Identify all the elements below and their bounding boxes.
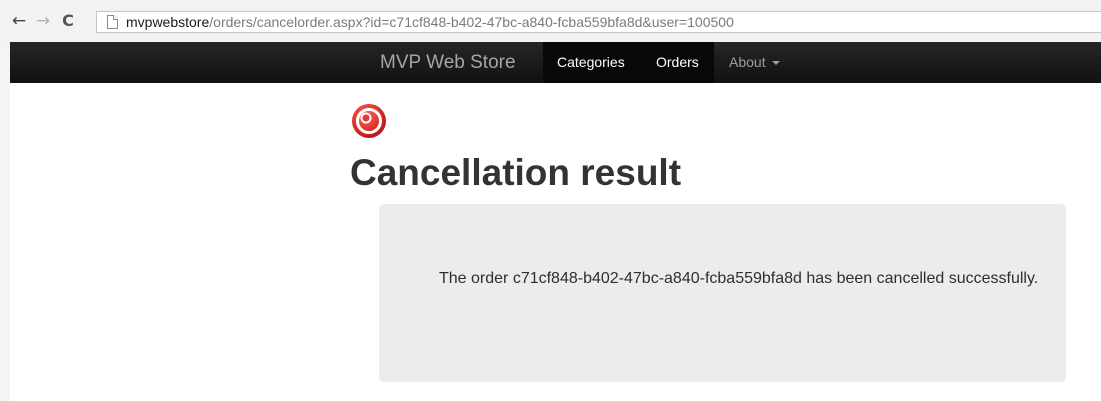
page-icon	[107, 15, 118, 29]
url-domain: mvpwebstore	[126, 14, 210, 30]
brand-link[interactable]: MVP Web Store	[380, 42, 516, 83]
nav-item-orders[interactable]: Orders	[642, 42, 714, 83]
nav-item-categories[interactable]: Categories	[543, 42, 642, 83]
result-message: The order c71cf848-b402-47bc-a840-fcba55…	[439, 270, 1039, 287]
forward-arrow-icon[interactable]: →	[33, 10, 53, 32]
result-panel: The order c71cf848-b402-47bc-a840-fcba55…	[379, 204, 1066, 382]
nav-item-about[interactable]: About	[715, 42, 794, 83]
page-title: Cancellation result	[350, 152, 682, 193]
caret-down-icon	[771, 61, 780, 66]
url-text: mvpwebstore/orders/cancelorder.aspx?id=c…	[126, 14, 734, 31]
url-path: /orders/cancelorder.aspx?id=c71cf848-b40…	[209, 14, 734, 30]
address-bar[interactable]: mvpwebstore/orders/cancelorder.aspx?id=c…	[96, 11, 1101, 33]
back-arrow-icon[interactable]: ←	[9, 10, 29, 32]
nav-item-about-label: About	[729, 54, 766, 70]
site-navbar: MVP Web Store Categories Orders About	[10, 42, 1101, 83]
browser-toolbar: ← → C mvpwebstore/orders/cancelorder.asp…	[0, 0, 1101, 42]
page-left-edge	[0, 42, 10, 401]
cancel-status-icon	[352, 104, 386, 138]
reload-icon[interactable]: C	[58, 10, 78, 32]
